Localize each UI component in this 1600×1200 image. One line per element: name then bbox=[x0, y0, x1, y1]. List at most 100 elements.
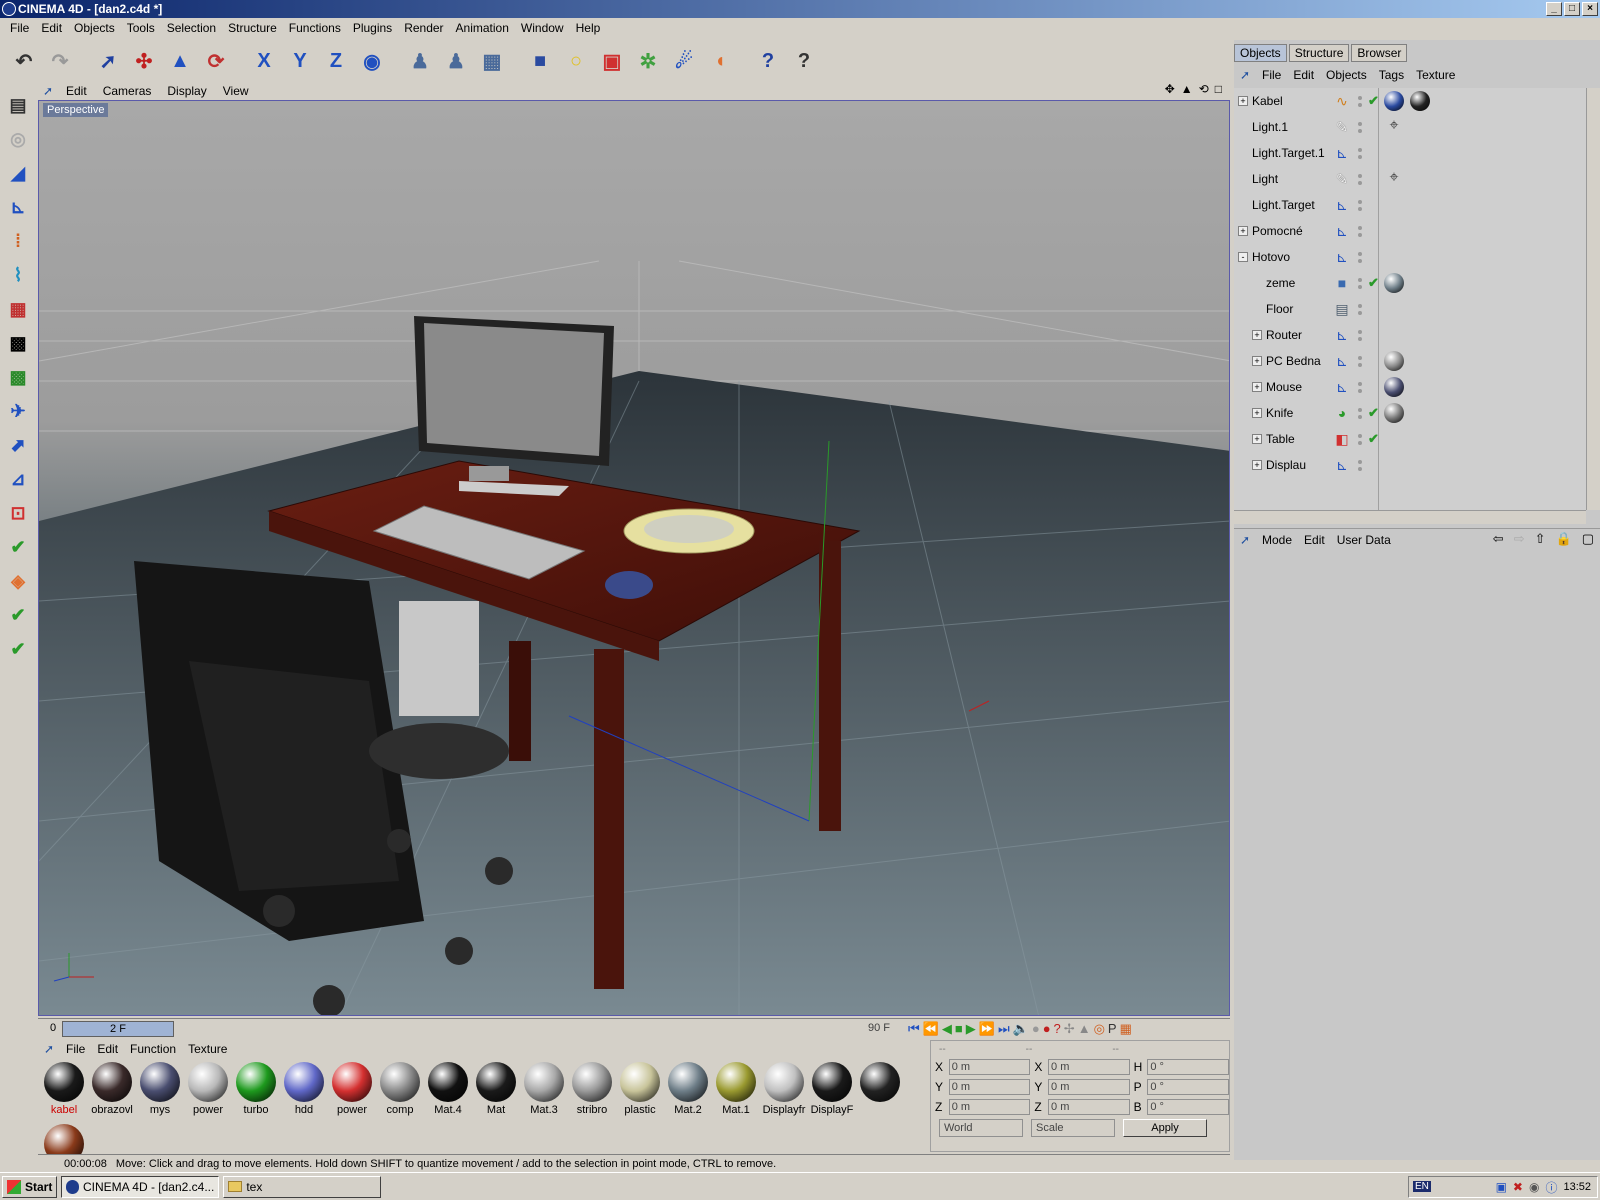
polygons-mode-icon[interactable]: ▦ bbox=[3, 292, 33, 326]
menu-objects[interactable]: Objects bbox=[68, 21, 121, 35]
material-menu-edit[interactable]: Edit bbox=[91, 1042, 124, 1056]
layout-icon[interactable]: ▤ bbox=[3, 88, 33, 122]
null-icon[interactable]: ⊾ bbox=[1332, 325, 1352, 345]
task-folder-tex[interactable]: tex bbox=[223, 1175, 382, 1198]
null-icon[interactable]: ⊾ bbox=[1332, 247, 1352, 267]
menu-render[interactable]: Render bbox=[398, 21, 449, 35]
object-name[interactable]: Displau bbox=[1266, 458, 1306, 472]
help-pointer-icon[interactable]: ? bbox=[752, 44, 784, 78]
go-to-end-icon[interactable]: ⏭ bbox=[998, 1021, 1010, 1037]
target-tag-icon[interactable]: ⌖ bbox=[1384, 117, 1404, 137]
new-manager-icon[interactable]: ▢ bbox=[1582, 531, 1594, 547]
object-row[interactable]: - Hotovo ⊾ bbox=[1234, 244, 1586, 270]
scale-key-icon[interactable]: ▲ bbox=[1078, 1021, 1091, 1037]
tweak-mode-icon[interactable]: ⊿ bbox=[3, 462, 33, 496]
visibility-dots[interactable] bbox=[1356, 247, 1364, 267]
coordinate-space-dropdown[interactable]: World bbox=[939, 1119, 1023, 1137]
null-icon[interactable]: ⊾ bbox=[1332, 143, 1352, 163]
am-menu-user-data[interactable]: User Data bbox=[1331, 533, 1397, 547]
menu-animation[interactable]: Animation bbox=[450, 21, 515, 35]
object-name[interactable]: Hotovo bbox=[1252, 250, 1290, 264]
info-icon[interactable]: ⓘ bbox=[1545, 1179, 1557, 1196]
snap-icon[interactable]: ✔ bbox=[3, 632, 33, 666]
spline-icon[interactable]: ∿ bbox=[1332, 91, 1352, 111]
visibility-dots[interactable] bbox=[1356, 195, 1364, 215]
workplane-icon[interactable]: ⊡ bbox=[3, 496, 33, 530]
pla-key-icon[interactable]: ▦ bbox=[1120, 1021, 1132, 1037]
material-swatch[interactable]: plastic bbox=[616, 1060, 664, 1122]
menu-functions[interactable]: Functions bbox=[283, 21, 347, 35]
forward-arrow-icon[interactable]: ⇨ bbox=[1514, 531, 1525, 547]
rotation-b-field[interactable]: 0 ° bbox=[1147, 1099, 1229, 1115]
tab-browser[interactable]: Browser bbox=[1351, 44, 1408, 62]
texture-axis-icon[interactable]: ▩ bbox=[3, 360, 33, 394]
material-swatch[interactable]: power bbox=[328, 1060, 376, 1122]
expand-icon[interactable]: + bbox=[1252, 330, 1262, 340]
position-key-icon[interactable]: ✢ bbox=[1064, 1021, 1075, 1037]
camera-enable-icon[interactable]: ✔ bbox=[3, 598, 33, 632]
material-swatch[interactable]: Mat.1 bbox=[712, 1060, 760, 1122]
visibility-dots[interactable] bbox=[1356, 403, 1364, 423]
tab-structure[interactable]: Structure bbox=[1288, 44, 1350, 62]
scale-tool-icon[interactable]: ▲ bbox=[164, 44, 196, 78]
menu-file[interactable]: File bbox=[4, 21, 35, 35]
parameter-key-icon[interactable]: P bbox=[1108, 1021, 1117, 1037]
viewport-menu-view[interactable]: View bbox=[215, 84, 257, 98]
object-row[interactable]: + Displau ⊾ bbox=[1234, 452, 1586, 478]
pin-icon[interactable]: ➚ bbox=[1234, 68, 1256, 82]
size-x-field[interactable]: 0 m bbox=[1048, 1059, 1130, 1075]
enable-axis-icon[interactable]: ✔ bbox=[3, 530, 33, 564]
render-view-icon[interactable]: ♟ bbox=[404, 44, 436, 78]
start-button[interactable]: Start bbox=[2, 1175, 58, 1198]
visibility-dots[interactable] bbox=[1356, 221, 1364, 241]
visibility-dots[interactable] bbox=[1356, 351, 1364, 371]
render-settings-icon[interactable]: ▦ bbox=[476, 44, 508, 78]
help-info-icon[interactable]: ? bbox=[788, 44, 820, 78]
object-row[interactable]: + Knife ◕ ✔ bbox=[1234, 400, 1586, 426]
menu-window[interactable]: Window bbox=[515, 21, 570, 35]
redo-icon[interactable]: ↷ bbox=[44, 44, 76, 78]
visibility-dots[interactable] bbox=[1356, 143, 1364, 163]
edges-mode-icon[interactable]: ⌇ bbox=[3, 258, 33, 292]
material-swatch[interactable]: comp bbox=[376, 1060, 424, 1122]
model-mode-icon[interactable]: ◢ bbox=[3, 156, 33, 190]
object-name[interactable]: Light.Target.1 bbox=[1252, 146, 1325, 160]
om-menu-tags[interactable]: Tags bbox=[1373, 68, 1410, 82]
visibility-dots[interactable] bbox=[1356, 429, 1364, 449]
material-swatch[interactable]: Mat.3 bbox=[520, 1060, 568, 1122]
render-picture-viewer-icon[interactable]: ♟ bbox=[440, 44, 472, 78]
object-row[interactable]: + Pomocné ⊾ bbox=[1234, 218, 1586, 244]
menu-plugins[interactable]: Plugins bbox=[347, 21, 398, 35]
size-mode-dropdown[interactable]: Scale bbox=[1031, 1119, 1115, 1137]
object-row[interactable]: Light.1 ✎ ⌖ bbox=[1234, 114, 1586, 140]
object-row[interactable]: Light.Target ⊾ bbox=[1234, 192, 1586, 218]
object-name[interactable]: Light.1 bbox=[1252, 120, 1288, 134]
material-swatch[interactable]: power bbox=[184, 1060, 232, 1122]
material-swatch[interactable]: kabel bbox=[40, 1060, 88, 1122]
null-icon[interactable]: ⊾ bbox=[1332, 351, 1352, 371]
lock-workplane-icon[interactable]: ◈ bbox=[3, 564, 33, 598]
material-menu-function[interactable]: Function bbox=[124, 1042, 182, 1056]
timeline-scrubber[interactable]: 2 F bbox=[62, 1021, 174, 1037]
om-menu-file[interactable]: File bbox=[1256, 68, 1287, 82]
pin-icon[interactable]: ➚ bbox=[38, 84, 58, 98]
material-swatch[interactable]: hdd bbox=[280, 1060, 328, 1122]
network-icon[interactable]: ▣ bbox=[1496, 1180, 1507, 1194]
object-name[interactable]: PC Bedna bbox=[1266, 354, 1321, 368]
sweep-icon[interactable]: ◕ bbox=[1332, 403, 1352, 423]
animation-mode-icon[interactable]: ✈ bbox=[3, 394, 33, 428]
object-name[interactable]: Kabel bbox=[1252, 94, 1283, 108]
expand-icon[interactable]: + bbox=[1252, 434, 1262, 444]
spline-circle-icon[interactable]: ○ bbox=[560, 44, 592, 78]
material-menu-file[interactable]: File bbox=[60, 1042, 91, 1056]
object-mode-icon[interactable]: ◎ bbox=[3, 122, 33, 156]
maximize-view-icon[interactable]: □ bbox=[1215, 82, 1222, 96]
position-z-field[interactable]: 0 m bbox=[948, 1099, 1031, 1115]
play-forwards-icon[interactable]: ▶ bbox=[966, 1021, 976, 1037]
rotate-tool-icon[interactable]: ⟳ bbox=[200, 44, 232, 78]
perspective-viewport[interactable]: Perspective bbox=[38, 100, 1230, 1016]
light-icon[interactable]: ✎ bbox=[1332, 117, 1352, 137]
visibility-dots[interactable] bbox=[1356, 169, 1364, 189]
null-icon[interactable]: ⊾ bbox=[1332, 455, 1352, 475]
expand-icon[interactable]: + bbox=[1252, 408, 1262, 418]
